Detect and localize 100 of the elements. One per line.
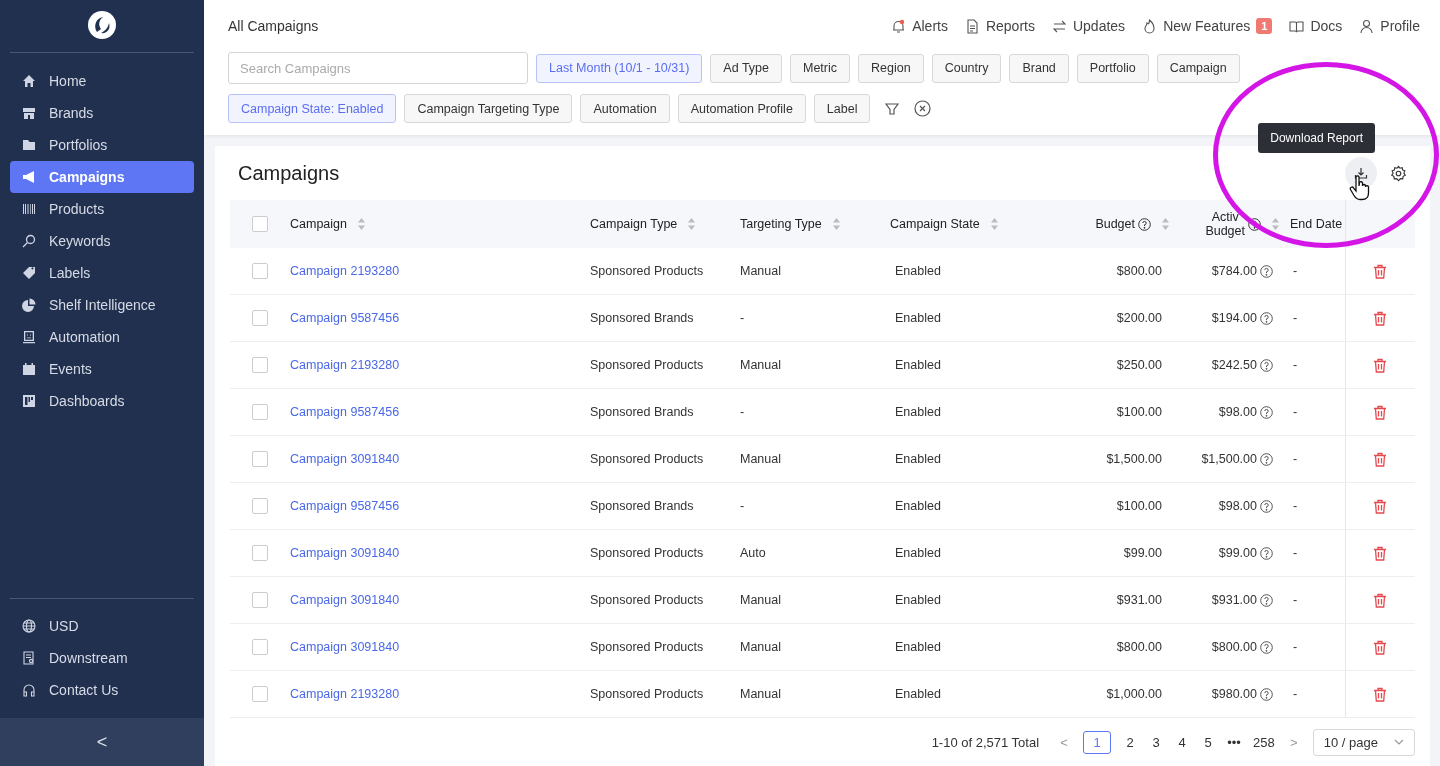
header-link[interactable]: Docs (1289, 18, 1343, 34)
campaign-link[interactable]: Campaign 2193280 (290, 687, 400, 701)
filter-chip[interactable]: Brand (1009, 53, 1069, 83)
search-icon (22, 234, 36, 248)
campaign-link[interactable]: Campaign 3091840 (290, 452, 400, 466)
help-icon[interactable] (1260, 546, 1273, 560)
sidebar-item[interactable]: Automation (10, 321, 194, 353)
page-button[interactable]: 1 (1083, 730, 1112, 754)
help-icon[interactable] (1138, 217, 1151, 231)
help-icon[interactable] (1260, 264, 1273, 278)
help-icon[interactable] (1260, 593, 1273, 607)
table-cell: - (740, 499, 745, 513)
page-button[interactable]: 258 (1253, 734, 1275, 750)
header-link[interactable]: Updates (1051, 18, 1126, 34)
filter-chip[interactable]: Campaign (1156, 53, 1240, 83)
clear-icon[interactable] (914, 100, 932, 117)
delete-icon[interactable] (1373, 592, 1387, 608)
page-button[interactable]: 3 (1149, 734, 1164, 750)
delete-icon[interactable] (1373, 404, 1387, 420)
header-link[interactable]: New Features 1 (1142, 18, 1273, 34)
table-cell: $1,500.00 (1201, 452, 1257, 466)
campaign-link[interactable]: Campaign 9587456 (290, 499, 400, 513)
header-link[interactable]: Reports (964, 18, 1035, 34)
column-header: Campaign (290, 217, 347, 231)
sidebar-item[interactable]: USD (10, 610, 194, 642)
tag-icon (22, 266, 36, 280)
tooltip: Download Report (1258, 123, 1375, 153)
help-icon[interactable] (1260, 405, 1273, 419)
filter-chip[interactable]: Country (931, 53, 1002, 83)
sidebar-item[interactable]: Shelf Intelligence (10, 289, 194, 321)
delete-icon[interactable] (1373, 357, 1387, 373)
help-icon[interactable] (1260, 358, 1273, 372)
campaign-link[interactable]: Campaign 3091840 (290, 546, 400, 560)
help-icon[interactable] (1260, 640, 1273, 654)
delete-icon[interactable] (1373, 451, 1387, 467)
search-field[interactable]: Search Campaigns (228, 52, 528, 84)
filter-chip[interactable]: Campaign State: Enabled (228, 94, 397, 123)
delete-icon[interactable] (1373, 498, 1387, 514)
delete-icon[interactable] (1373, 639, 1387, 655)
campaign-link[interactable]: Campaign 9587456 (290, 405, 400, 419)
row-checkbox[interactable] (252, 451, 268, 467)
sidebar-item[interactable]: Products (10, 193, 194, 225)
filter-chip[interactable]: Ad Type (710, 53, 782, 83)
collapse-button[interactable]: < (0, 718, 204, 766)
help-icon[interactable] (1260, 499, 1273, 513)
header-link[interactable]: Profile (1359, 18, 1420, 34)
campaign-link[interactable]: Campaign 9587456 (290, 311, 400, 325)
sidebar-item[interactable]: Events (10, 353, 194, 385)
page-button[interactable]: 5 (1201, 734, 1216, 750)
sidebar-item[interactable]: Home (10, 65, 194, 97)
row-checkbox[interactable] (252, 639, 268, 655)
sidebar-item[interactable]: Dashboards (10, 385, 194, 417)
delete-icon[interactable] (1373, 545, 1387, 561)
breadcrumb: All Campaigns (228, 18, 319, 34)
row-checkbox[interactable] (252, 404, 268, 420)
row-checkbox[interactable] (252, 310, 268, 326)
row-checkbox[interactable] (252, 686, 268, 702)
help-icon[interactable] (1248, 217, 1261, 231)
delete-icon[interactable] (1373, 310, 1387, 326)
help-icon[interactable] (1260, 687, 1273, 701)
page-button[interactable]: ••• (1227, 734, 1242, 750)
table-cell: - (1293, 499, 1298, 513)
row-checkbox[interactable] (252, 545, 268, 561)
row-checkbox[interactable] (252, 357, 268, 373)
sidebar-item[interactable]: Brands (10, 97, 194, 129)
filter-chip[interactable]: Campaign Targeting Type (404, 94, 573, 123)
filter-chip[interactable]: Portfolio (1076, 53, 1149, 83)
table-cell: $784.00 (1211, 264, 1257, 278)
row-checkbox[interactable] (252, 592, 268, 608)
help-icon[interactable] (1260, 311, 1273, 325)
page-button[interactable]: 2 (1123, 734, 1138, 750)
campaign-link[interactable]: Campaign 3091840 (290, 593, 400, 607)
sidebar-item[interactable]: Campaigns (10, 161, 194, 193)
campaign-link[interactable]: Campaign 3091840 (290, 640, 400, 654)
row-checkbox[interactable] (252, 263, 268, 279)
filter-chip[interactable]: Automation Profile (677, 94, 806, 123)
page-button[interactable]: 4 (1175, 734, 1190, 750)
filter-chip[interactable]: Last Month (10/1 - 10/31) (536, 53, 703, 83)
row-checkbox[interactable] (252, 498, 268, 514)
help-icon[interactable] (1260, 452, 1273, 466)
sidebar-item[interactable]: Keywords (10, 225, 194, 257)
select-all-checkbox[interactable] (252, 216, 268, 232)
filter-icon[interactable] (884, 100, 901, 117)
filter-chip[interactable]: Region (858, 53, 924, 83)
delete-icon[interactable] (1373, 263, 1387, 279)
column-header: End Date (1290, 217, 1343, 231)
sidebar-item[interactable]: Labels (10, 257, 194, 289)
delete-icon[interactable] (1373, 686, 1387, 702)
filter-chip[interactable]: Automation (580, 94, 670, 123)
sidebar-item[interactable]: Portfolios (10, 129, 194, 161)
filter-chip[interactable]: Label (813, 94, 871, 123)
filter-chip[interactable]: Metric (790, 53, 851, 83)
campaign-link[interactable]: Campaign 2193280 (290, 264, 400, 278)
page-size-select[interactable]: 10 / page (1312, 728, 1415, 756)
campaign-link[interactable]: Campaign 2193280 (290, 358, 400, 372)
settings-icon[interactable] (1390, 164, 1407, 182)
header-link[interactable]: Alerts (891, 18, 948, 34)
sidebar-item[interactable]: Contact Us (10, 674, 194, 706)
document-icon (22, 651, 36, 665)
sidebar-item[interactable]: Downstream (10, 642, 194, 674)
